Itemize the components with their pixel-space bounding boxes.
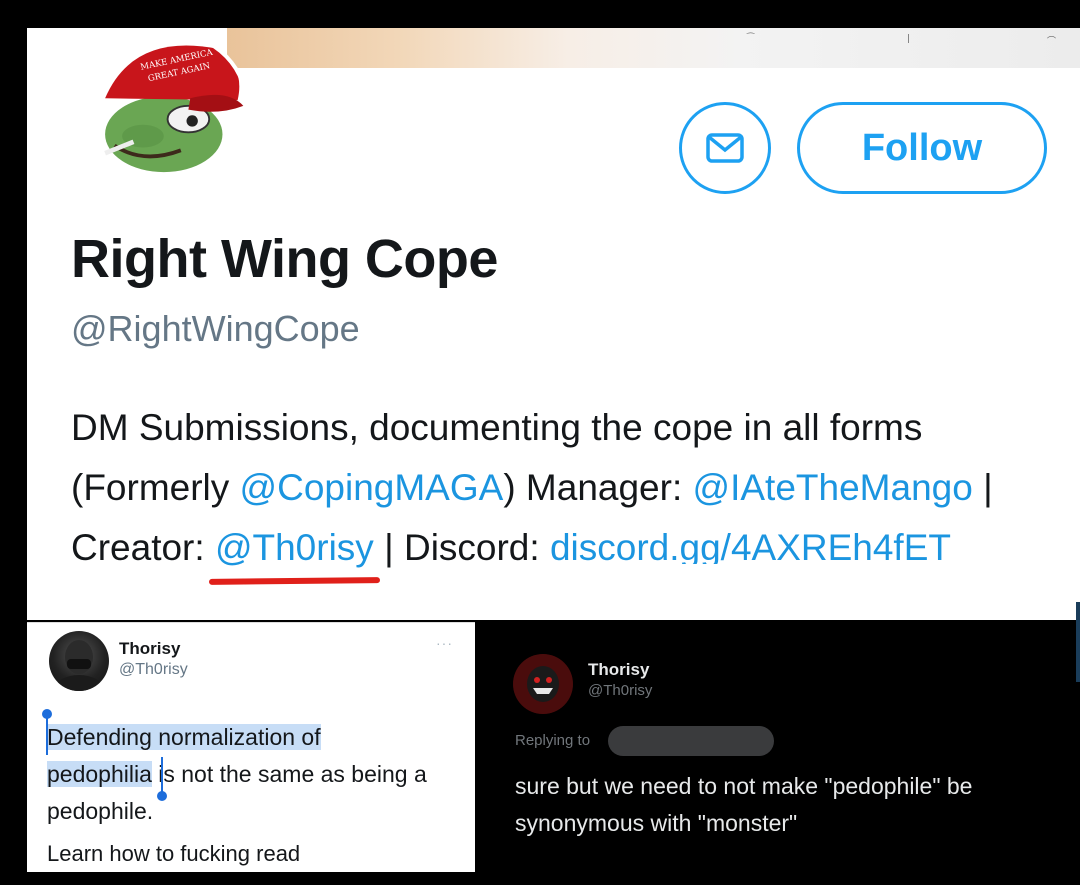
profile-avatar[interactable]: MAKE AMERICA GREAT AGAIN [72, 28, 248, 178]
link-creator[interactable]: @Th0risy [215, 518, 374, 578]
profile-banner: ⁀ | ⌒ [227, 28, 1080, 68]
mail-icon [706, 133, 744, 163]
tweet-card-right[interactable]: Thorisy @Th0risy Replying to sure but we… [478, 602, 1080, 885]
more-options-icon[interactable]: ··· [436, 635, 453, 651]
profile-bio: DM Submissions, documenting the cope in … [71, 398, 1031, 578]
link-manager[interactable]: @IAteTheMango [693, 467, 973, 508]
tweet-text: sure but we need to not make "pedophile"… [515, 773, 973, 836]
profile-card: ⁀ | ⌒ MAKE AMERICA GREAT AGAIN Follow Ri… [27, 28, 1080, 620]
profile-handle: @RightWingCope [71, 308, 360, 349]
masked-person-avatar-icon [55, 640, 103, 691]
selection-end-handle[interactable] [161, 757, 163, 793]
selected-text: pedophilia [47, 761, 152, 787]
tweet-author-name[interactable]: Thorisy [119, 639, 180, 659]
divider [1076, 602, 1080, 682]
link-discord[interactable]: discord.gg/4AXREh4fET [550, 518, 951, 564]
avatar[interactable] [513, 654, 573, 714]
tweet-author-name[interactable]: Thorisy [588, 660, 649, 680]
dark-red-avatar-icon [513, 654, 573, 714]
selection-end-knob-icon[interactable] [157, 791, 167, 801]
replying-to-label: Replying to [515, 732, 591, 749]
selection-start-knob-icon[interactable] [42, 709, 52, 719]
tweet-author-handle[interactable]: @Th0risy [588, 682, 652, 699]
link-former-account[interactable]: @CopingMAGA [240, 467, 504, 508]
display-name: Right Wing Cope [71, 229, 498, 289]
tweet-author-handle[interactable]: @Th0risy [119, 661, 188, 679]
avatar[interactable] [49, 631, 109, 691]
tweet-card-left[interactable]: Thorisy @Th0risy ··· Defending normaliza… [27, 622, 475, 872]
selection-start-handle[interactable] [46, 715, 48, 755]
pepe-maga-avatar-icon: MAKE AMERICA GREAT AGAIN [76, 32, 244, 174]
redacted-username [608, 726, 774, 756]
tweet-text-line: Learn how to fucking read [47, 841, 301, 866]
selected-text: Defending normalization of [47, 724, 321, 750]
tweet-text: Defending normalization of pedophilia is… [47, 724, 427, 824]
message-button[interactable] [679, 102, 771, 194]
follow-button[interactable]: Follow [797, 102, 1047, 194]
